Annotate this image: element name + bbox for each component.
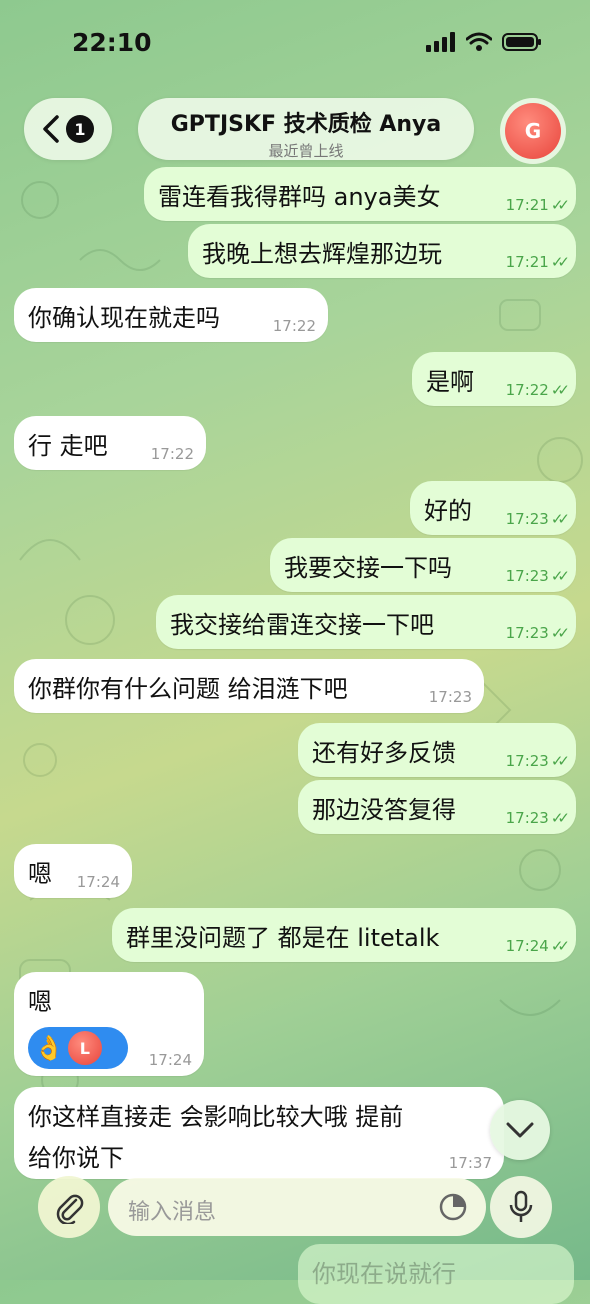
partial-message-bubble: 你现在说就行: [298, 1244, 574, 1304]
message-text: 我要交接一下吗: [284, 554, 452, 582]
chevron-down-icon: [506, 1122, 534, 1138]
message-text-line: 给你说下: [28, 1144, 124, 1172]
message-time: 17:24: [148, 1051, 192, 1069]
message-meta: 17:23 ✓✓: [505, 752, 570, 770]
chevron-left-icon: [43, 115, 59, 143]
status-icons: [426, 32, 542, 52]
status-bar: 22:10: [0, 0, 590, 80]
double-check-icon: ✓✓: [550, 196, 570, 214]
message-text: 是啊: [426, 368, 474, 396]
message-time: 17:23: [505, 567, 549, 585]
microphone-button[interactable]: [490, 1176, 552, 1238]
message-bubble[interactable]: 还有好多反馈 17:23 ✓✓: [298, 723, 576, 777]
message-meta: 17:23 ✓✓: [505, 809, 570, 827]
message-bubble[interactable]: 嗯 👌 L 17:24: [14, 972, 204, 1076]
message-text: 我晚上想去辉煌那边玩: [202, 240, 442, 268]
message-meta: 17:21 ✓✓: [505, 196, 570, 214]
reaction-emoji: 👌: [34, 1034, 64, 1062]
message-bubble[interactable]: 雷连看我得群吗 anya美女 17:21 ✓✓: [144, 167, 576, 221]
message-bubble[interactable]: 那边没答复得 17:23 ✓✓: [298, 780, 576, 834]
message-bubble[interactable]: 你这样直接走 会影响比较大哦 提前 给你说下 17:37: [14, 1087, 504, 1179]
message-time: 17:22: [272, 317, 316, 335]
message-time: 17:23: [505, 510, 549, 528]
message-bubble[interactable]: 我要交接一下吗 17:23 ✓✓: [270, 538, 576, 592]
wifi-icon: [466, 32, 492, 51]
message-input[interactable]: 输入消息: [108, 1178, 486, 1236]
message-text: 我交接给雷连交接一下吧: [170, 611, 434, 639]
message-meta: 17:22 ✓✓: [505, 381, 570, 399]
message-text: 群里没问题了 都是在 litetalk: [126, 924, 440, 952]
avatar: G: [505, 103, 561, 159]
message-meta: 17:23 ✓✓: [505, 567, 570, 585]
reaction-chip[interactable]: 👌 L: [28, 1027, 128, 1069]
message-bubble[interactable]: 行 走吧 17:22: [14, 416, 206, 470]
message-time: 17:21: [505, 196, 549, 214]
double-check-icon: ✓✓: [550, 510, 570, 528]
message-input-placeholder: 输入消息: [128, 1200, 217, 1225]
message-time: 17:37: [448, 1154, 492, 1172]
message-text: 那边没答复得: [312, 796, 456, 824]
message-bubble[interactable]: 你确认现在就走吗 17:22: [14, 288, 328, 342]
message-text: 你群你有什么问题 给泪涟下吧: [28, 675, 348, 703]
message-bubble[interactable]: 好的 17:23 ✓✓: [410, 481, 576, 535]
message-time: 17:23: [428, 688, 472, 706]
status-time: 22:10: [72, 28, 152, 57]
unread-badge: 1: [66, 115, 94, 143]
double-check-icon: ✓✓: [550, 253, 570, 271]
message-bubble[interactable]: 我交接给雷连交接一下吧 17:23 ✓✓: [156, 595, 576, 649]
message-bubble[interactable]: 我晚上想去辉煌那边玩 17:21 ✓✓: [188, 224, 576, 278]
chat-header: 1 GPTJSKF 技术质检 Anya 最近曾上线 G: [0, 96, 590, 166]
message-text-line: 你这样直接走 会影响比较大哦 提前: [28, 1103, 404, 1131]
message-time: 17:22: [150, 445, 194, 463]
double-check-icon: ✓✓: [550, 809, 570, 827]
message-time: 17:24: [505, 937, 549, 955]
double-check-icon: ✓✓: [550, 381, 570, 399]
message-bubble[interactable]: 嗯 17:24: [14, 844, 132, 898]
signal-icon: [426, 32, 455, 52]
chat-avatar-button[interactable]: G: [500, 98, 566, 164]
message-meta: 17:21 ✓✓: [505, 253, 570, 271]
message-time: 17:23: [505, 752, 549, 770]
reaction-avatar: L: [67, 1031, 102, 1065]
message-bubble[interactable]: 是啊 17:22 ✓✓: [412, 352, 576, 406]
double-check-icon: ✓✓: [550, 937, 570, 955]
back-button[interactable]: 1: [24, 98, 112, 160]
attach-button[interactable]: [38, 1176, 100, 1238]
message-meta: 17:24 ✓✓: [505, 937, 570, 955]
scroll-down-button[interactable]: [490, 1100, 550, 1160]
message-time: 17:23: [505, 809, 549, 827]
message-text: 还有好多反馈: [312, 739, 456, 767]
battery-icon: [502, 33, 541, 51]
message-bubble[interactable]: 你群你有什么问题 给泪涟下吧 17:23: [14, 659, 484, 713]
chat-title: GPTJSKF 技术质检 Anya: [170, 112, 442, 137]
message-text: 嗯: [28, 988, 52, 1016]
message-text: 好的: [424, 497, 472, 525]
composer-bar: 输入消息: [0, 1176, 590, 1246]
double-check-icon: ✓✓: [550, 624, 570, 642]
message-time: 17:23: [505, 624, 549, 642]
message-meta: 17:23 ✓✓: [505, 624, 570, 642]
message-text: 行 走吧: [28, 432, 108, 460]
message-meta: 17:23 ✓✓: [505, 510, 570, 528]
double-check-icon: ✓✓: [550, 752, 570, 770]
sticker-icon[interactable]: [438, 1192, 468, 1222]
chat-title-area[interactable]: GPTJSKF 技术质检 Anya 最近曾上线: [138, 98, 474, 160]
message-time: 17:24: [76, 873, 120, 891]
message-time: 17:22: [505, 381, 549, 399]
paperclip-icon: [56, 1194, 84, 1224]
chat-subtitle: 最近曾上线: [268, 142, 344, 160]
message-text: 你确认现在就走吗: [28, 304, 220, 332]
message-time: 17:21: [505, 253, 549, 271]
microphone-icon: [509, 1190, 533, 1222]
double-check-icon: ✓✓: [550, 567, 570, 585]
message-text: 嗯: [28, 860, 52, 888]
message-bubble[interactable]: 群里没问题了 都是在 litetalk 17:24 ✓✓: [112, 908, 576, 962]
message-text: 雷连看我得群吗 anya美女: [158, 183, 441, 211]
